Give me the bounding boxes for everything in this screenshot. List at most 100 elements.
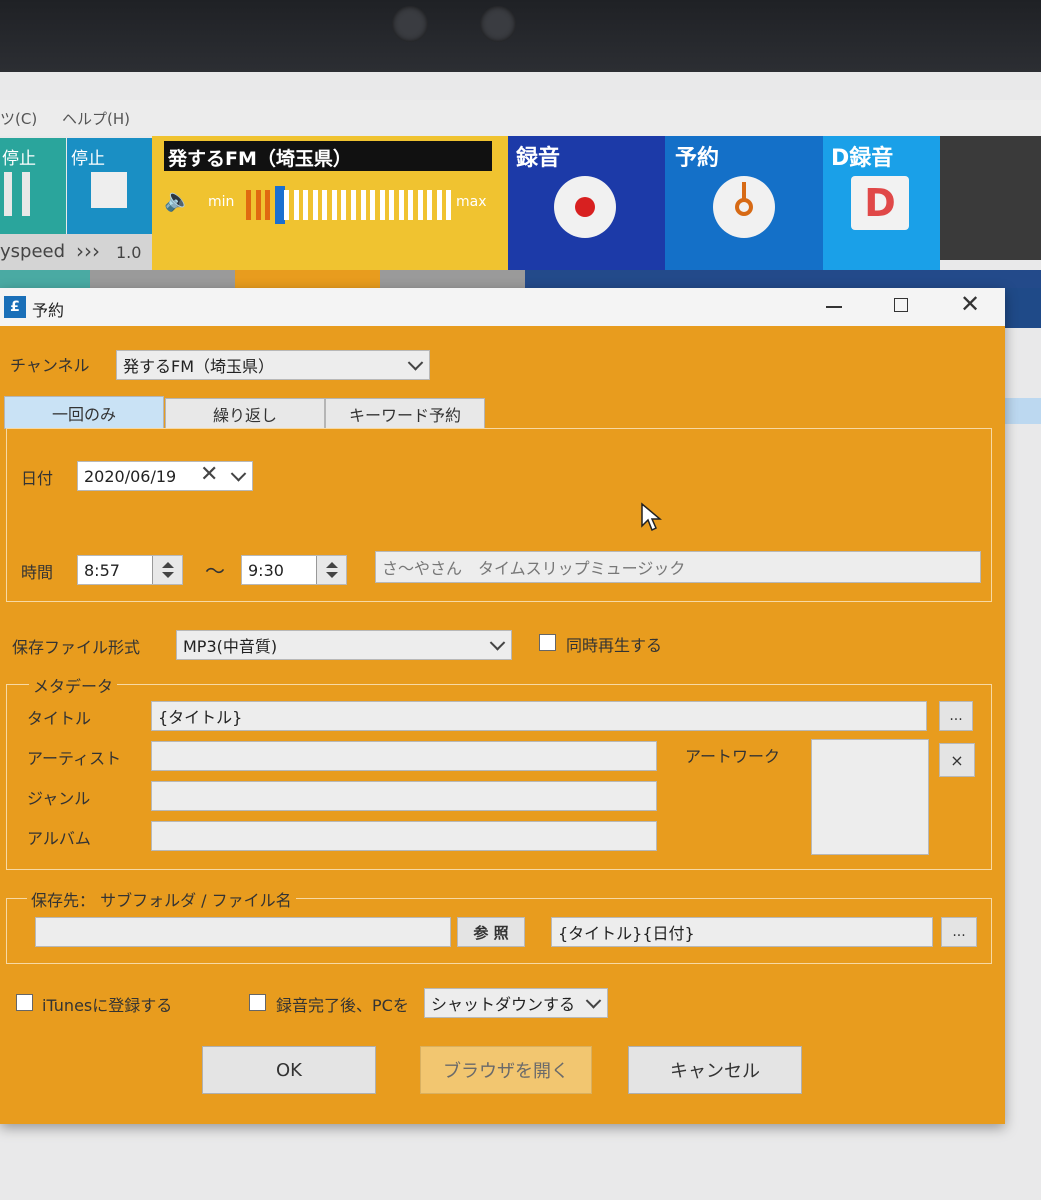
menu-help[interactable]: ヘルプ(H)	[62, 108, 130, 129]
volume-tick	[331, 190, 337, 220]
stop-label: 停止	[71, 149, 105, 169]
d-record-button[interactable]: D録音 D	[823, 136, 940, 270]
channel-select[interactable]: 発するFM（埼玉県）	[116, 350, 430, 380]
volume-knob[interactable]	[274, 186, 285, 224]
spin-down-icon	[326, 572, 338, 578]
menu-tools[interactable]: ツ(C)	[0, 108, 37, 129]
stop-icon	[91, 172, 127, 208]
cancel-button[interactable]: キャンセル	[628, 1046, 802, 1094]
time-label: 時間	[21, 563, 54, 582]
itunes-checkbox[interactable]	[16, 994, 33, 1011]
close-icon[interactable]: ✕	[960, 290, 980, 318]
filename-input[interactable]: {タイトル}{日付}	[551, 917, 933, 947]
open-browser-button[interactable]: ブラウザを開く	[420, 1046, 592, 1094]
after-record-checkbox[interactable]	[249, 994, 266, 1011]
speed-label: yspeed	[0, 241, 66, 262]
reservation-dialog: £ 予約 ✕ チャンネル 発するFM（埼玉県） 一回のみ 繰り返し キーワード予…	[0, 288, 1005, 1124]
volume-tick	[360, 190, 366, 220]
app-icon: £	[4, 296, 26, 318]
reserve-label: 予約	[675, 146, 720, 171]
volume-tick	[265, 190, 271, 220]
volume-tick	[351, 190, 356, 220]
artwork-label: アートワーク	[685, 747, 781, 766]
browse-folder-button[interactable]: 参 照	[457, 917, 525, 947]
chevron-down-icon	[489, 635, 506, 651]
tab-panel-once: 日付 2020/06/19 ✕ 時間 8:57 ～ 9:30 さ～やさん タイム…	[6, 428, 992, 602]
program-title-input[interactable]: さ～やさん タイムスリップミュージック	[375, 551, 981, 583]
chevron-down-icon	[230, 466, 247, 482]
record-button[interactable]: 録音	[508, 136, 665, 270]
d-record-icon: D	[851, 176, 909, 230]
menu-bar: ツ(C) ヘルプ(H)	[0, 100, 1041, 136]
save-location-legend: 保存先： サブフォルダ / ファイル名	[27, 887, 296, 911]
tile-strip-end	[940, 136, 1041, 260]
tab-keyword[interactable]: キーワード予約	[325, 398, 485, 429]
save-location-group: 保存先： サブフォルダ / ファイル名 参 照 {タイトル}{日付} ...	[6, 887, 992, 964]
mouse-cursor-icon	[641, 502, 662, 532]
clock-icon	[713, 176, 775, 238]
device-bezel	[0, 0, 1041, 72]
speaker-icon[interactable]: 🔈	[164, 188, 191, 213]
pause-icon	[4, 172, 12, 216]
filename-tags-button[interactable]: ...	[941, 917, 977, 947]
volume-tick	[389, 190, 395, 220]
volume-slider[interactable]	[246, 186, 456, 224]
volume-tick	[303, 190, 309, 220]
ok-button[interactable]: OK	[202, 1046, 376, 1094]
date-picker[interactable]: 2020/06/19 ✕	[77, 461, 253, 491]
simultaneous-play-label: 同時再生する	[566, 636, 663, 655]
volume-tick	[246, 190, 251, 220]
album-label: アルバム	[27, 829, 91, 848]
artwork-image[interactable]	[811, 739, 929, 855]
tab-repeat[interactable]: 繰り返し	[165, 398, 325, 429]
end-time-spinner[interactable]	[316, 556, 346, 584]
album-input[interactable]	[151, 821, 657, 851]
volume-tick	[417, 190, 423, 220]
title-label: タイトル	[27, 709, 92, 728]
channel-label: チャンネル	[10, 356, 90, 375]
artist-label: アーティスト	[27, 749, 122, 768]
maximize-icon[interactable]	[894, 298, 908, 312]
title-input[interactable]: {タイトル}	[151, 701, 927, 731]
volume-tick	[408, 190, 414, 220]
volume-tick	[427, 190, 433, 220]
subfolder-input[interactable]	[35, 917, 451, 947]
after-record-label: 録音完了後、PCを	[276, 996, 409, 1015]
spin-up-icon	[326, 562, 338, 568]
bezel-camera	[480, 6, 516, 42]
genre-input[interactable]	[151, 781, 657, 811]
title-tags-button[interactable]: ...	[939, 701, 973, 731]
chevron-down-icon	[585, 993, 602, 1009]
volume-tick	[284, 190, 290, 220]
volume-tick	[379, 190, 385, 220]
genre-label: ジャンル	[27, 789, 91, 808]
itunes-label: iTunesに登録する	[42, 996, 173, 1015]
tab-once[interactable]: 一回のみ	[4, 396, 164, 429]
clear-artwork-button[interactable]: ×	[939, 743, 975, 777]
simultaneous-play-checkbox[interactable]	[539, 634, 556, 651]
start-time-input[interactable]: 8:57	[77, 555, 183, 585]
record-icon	[554, 176, 616, 238]
pause-button[interactable]: 停止	[0, 138, 66, 234]
record-label: 録音	[516, 146, 561, 171]
dialog-titlebar: £ 予約 ✕	[0, 288, 1005, 326]
clear-date-icon[interactable]: ✕	[200, 462, 218, 487]
reserve-button[interactable]: 予約	[665, 136, 823, 270]
spin-up-icon	[162, 562, 174, 568]
pause-label: 停止	[2, 149, 36, 169]
speed-control[interactable]: yspeed ››› 1.0	[0, 234, 152, 270]
volume-tick	[398, 190, 404, 220]
time-separator: ～	[205, 559, 225, 583]
chevron-down-icon	[407, 355, 424, 371]
stop-button[interactable]: 停止	[67, 138, 152, 234]
volume-min-label: min	[208, 194, 235, 210]
after-record-action-select[interactable]: シャットダウンする	[424, 988, 608, 1018]
minimize-icon[interactable]	[826, 306, 842, 308]
volume-tick	[446, 190, 452, 220]
start-time-spinner[interactable]	[152, 556, 182, 584]
format-select[interactable]: MP3(中音質)	[176, 630, 512, 660]
artist-input[interactable]	[151, 741, 657, 771]
station-name: 発するFM（埼玉県）	[168, 148, 352, 170]
end-time-input[interactable]: 9:30	[241, 555, 347, 585]
metadata-legend: メタデータ	[29, 673, 118, 697]
